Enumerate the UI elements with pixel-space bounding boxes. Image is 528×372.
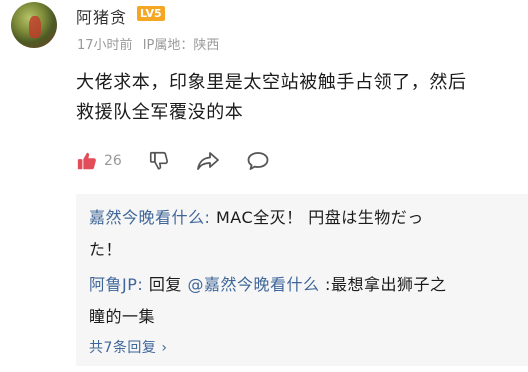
level-badge: LV5: [137, 6, 165, 21]
thumbs-up-icon: [76, 150, 98, 172]
ip-location: IP属地：陕西: [142, 38, 220, 53]
reply-prefix: 回复: [143, 275, 188, 294]
reply-line: た！: [89, 240, 123, 259]
reply-line: 阿鲁JP: 回复 @嘉然今晚看什么 :最想拿出狮子之: [89, 269, 519, 301]
reply-item[interactable]: 嘉然今晚看什么: MAC全灭！ 円盘は生物だっ た！: [89, 202, 519, 266]
comment-meta: 17小时前 IP属地：陕西: [77, 34, 219, 53]
speech-bubble-icon: [246, 150, 270, 172]
comment-button[interactable]: [246, 150, 270, 172]
thumbs-down-icon: [148, 150, 170, 172]
comment-text: 大佬求本，印象里是太空站被触手占领了，然后 救援队全军覆没的本: [76, 68, 526, 128]
reply-text: MAC全灭！ 円盘は生物だっ: [210, 208, 424, 227]
timestamp: 17小时前: [77, 38, 133, 53]
username[interactable]: 阿猪贪: [76, 4, 127, 28]
more-replies-link[interactable]: 共7条回复 ›: [89, 337, 167, 357]
share-icon: [196, 150, 220, 172]
reply-line: 嘉然今晚看什么: MAC全灭！ 円盘は生物だっ: [89, 202, 519, 234]
like-button[interactable]: 26: [76, 150, 122, 172]
reply-text: :最想拿出狮子之: [319, 275, 447, 294]
reply-author[interactable]: 阿鲁JP:: [89, 275, 143, 294]
reply-author[interactable]: 嘉然今晚看什么:: [89, 208, 210, 227]
comment-line: 大佬求本，印象里是太空站被触手占领了，然后: [76, 72, 467, 93]
action-bar: 26: [76, 148, 296, 174]
dislike-button[interactable]: [148, 150, 170, 172]
reply-mention[interactable]: @嘉然今晚看什么: [187, 275, 319, 294]
comment-line: 救援队全军覆没的本: [76, 102, 244, 123]
reply-item[interactable]: 阿鲁JP: 回复 @嘉然今晚看什么 :最想拿出狮子之 瞳的一集: [89, 269, 519, 333]
replies-panel: 嘉然今晚看什么: MAC全灭！ 円盘は生物だっ た！ 阿鲁JP: 回复 @嘉然今…: [76, 194, 528, 366]
reply-line: 瞳的一集: [89, 307, 156, 326]
avatar[interactable]: [11, 2, 57, 48]
like-count: 26: [104, 153, 122, 169]
share-button[interactable]: [196, 150, 220, 172]
